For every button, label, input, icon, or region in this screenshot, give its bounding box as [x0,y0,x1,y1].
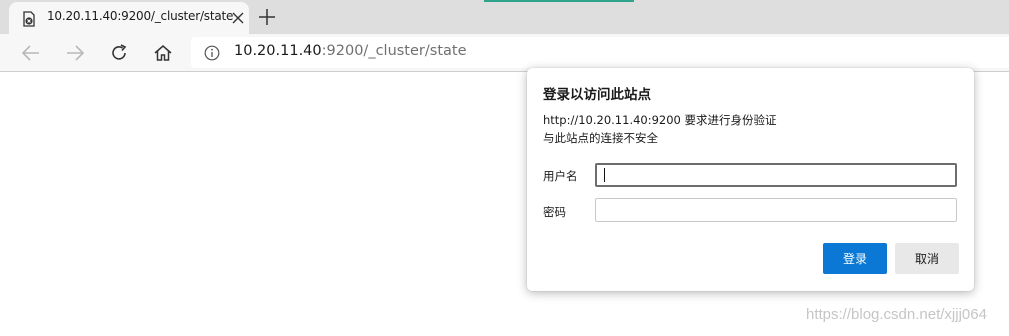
url-path: :9200/_cluster/state [321,43,467,59]
toolbar: 10.20.11.40:9200/_cluster/state [0,34,1009,72]
new-tab-icon[interactable] [258,8,276,26]
tab-strip-accent [484,0,634,2]
cancel-button[interactable]: 取消 [895,243,959,274]
dialog-security-warning: 与此站点的连接不安全 [543,131,658,145]
url-host: 10.20.11.40 [234,43,322,59]
info-icon[interactable] [204,45,220,61]
back-arrow-icon[interactable] [20,42,42,64]
username-field[interactable] [595,163,957,187]
tab-title: 10.20.11.40:9200/_cluster/state [47,9,234,23]
tab-strip: 10.20.11.40:9200/_cluster/state [0,0,1009,34]
dialog-title: 登录以访问此站点 [543,87,651,103]
auth-dialog: 登录以访问此站点 http://10.20.11.40:9200 要求进行身份验… [527,68,974,291]
password-field[interactable] [595,198,957,222]
address-bar[interactable]: 10.20.11.40:9200/_cluster/state [191,37,1009,68]
error-page-icon [23,11,35,27]
url-text[interactable]: 10.20.11.40:9200/_cluster/state [234,43,467,59]
username-label: 用户名 [543,169,578,183]
text-caret [604,168,605,182]
browser-tab[interactable]: 10.20.11.40:9200/_cluster/state [9,2,249,34]
close-icon[interactable] [231,11,245,25]
home-icon[interactable] [152,42,174,64]
password-label: 密码 [543,205,566,219]
dialog-message: http://10.20.11.40:9200 要求进行身份验证 [543,113,777,127]
forward-arrow-icon[interactable] [64,42,86,64]
watermark: https://blog.csdn.net/xjjj064 [806,306,987,323]
login-button[interactable]: 登录 [823,243,887,274]
refresh-icon[interactable] [108,42,130,64]
